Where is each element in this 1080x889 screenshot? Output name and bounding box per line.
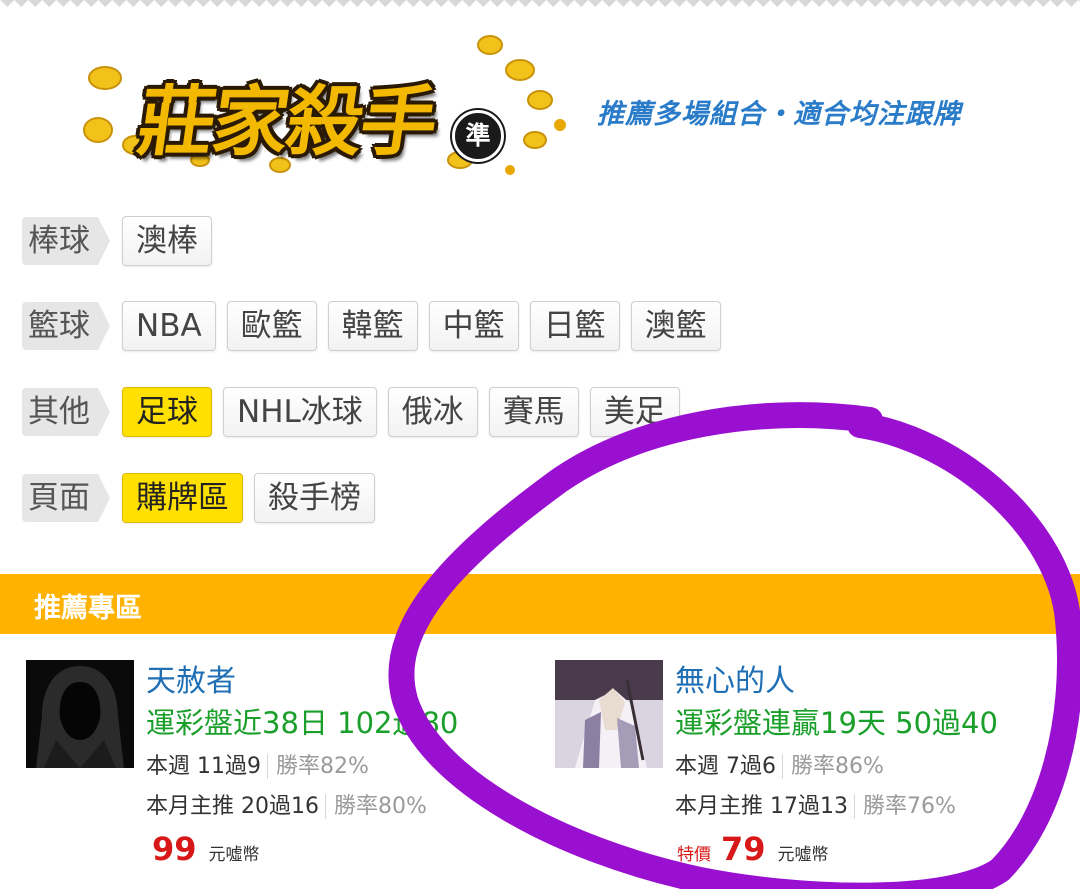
hooded-figure-icon — [26, 660, 134, 768]
chip-american-football[interactable]: 美足 — [589, 387, 680, 437]
chip-aus-baseball[interactable]: 澳棒 — [122, 216, 212, 266]
tipster-card[interactable]: 天赦者 運彩盤近38日 102過80 本週 11過9 勝率82% 本月主推 20過… — [26, 660, 526, 880]
logo-title: 莊家殺手 — [132, 77, 442, 166]
chip-soccer[interactable]: 足球 — [122, 387, 212, 437]
chip-japan-basketball[interactable]: 日籃 — [529, 301, 620, 351]
week-record: 本週 11過9 — [146, 754, 261, 779]
filter-label-page: 頁面 — [22, 474, 110, 522]
week-win-rate: 勝率86% — [782, 754, 884, 779]
avatar[interactable] — [26, 660, 134, 768]
tipster-record: 運彩盤連贏19天 50過40 — [675, 706, 998, 740]
special-price-label: 特價 — [677, 845, 711, 865]
tipster-name[interactable]: 天赦者 — [146, 656, 236, 700]
month-stat: 本月主推 17過13 勝率76% — [675, 788, 956, 820]
chip-korea-basketball[interactable]: 韓籃 — [327, 301, 418, 351]
tipster-card[interactable]: 無心的人 運彩盤連贏19天 50過40 本週 7過6 勝率86% 本月主推 17過… — [555, 660, 1055, 880]
week-win-rate: 勝率82% — [267, 754, 369, 779]
chip-aus-basketball[interactable]: 澳籃 — [630, 301, 721, 351]
tipster-name[interactable]: 無心的人 — [675, 656, 795, 700]
filter-label-basketball: 籃球 — [22, 302, 110, 350]
week-stat: 本週 7過6 勝率86% — [675, 748, 884, 780]
chip-euro-basketball[interactable]: 歐籃 — [226, 301, 317, 351]
price-row[interactable]: 99 元噓幣 — [152, 830, 260, 868]
filter-row-other: 其他 足球 NHL冰球 俄冰 賽馬 美足 — [22, 386, 680, 438]
month-win-rate: 勝率76% — [853, 794, 956, 819]
chip-nba[interactable]: NBA — [122, 301, 216, 351]
logo-badge: 準 — [452, 110, 504, 162]
chip-china-basketball[interactable]: 中籃 — [428, 301, 519, 351]
month-record: 本月主推 17過13 — [675, 794, 848, 819]
filter-label-other: 其他 — [22, 388, 110, 436]
month-stat: 本月主推 20過16 勝率80% — [146, 788, 427, 820]
month-win-rate: 勝率80% — [324, 794, 427, 819]
avatar[interactable] — [555, 660, 663, 768]
section-title: 推薦專區 — [34, 593, 142, 624]
week-stat: 本週 11過9 勝率82% — [146, 748, 369, 780]
chip-buy-area[interactable]: 購牌區 — [122, 473, 243, 523]
top-border — [0, 0, 1080, 14]
tagline: 推薦多場組合・適合均注跟牌 — [597, 99, 961, 130]
price-unit: 元噓幣 — [208, 845, 260, 865]
tipster-record: 運彩盤近38日 102過80 — [146, 706, 459, 740]
chip-nhl-hockey[interactable]: NHL冰球 — [223, 387, 377, 437]
logo[interactable]: 莊家殺手 準 — [80, 30, 580, 180]
chip-horse-racing[interactable]: 賽馬 — [488, 387, 579, 437]
filter-label-baseball: 棒球 — [22, 217, 110, 265]
week-record: 本週 7過6 — [675, 754, 776, 779]
filter-row-page: 頁面 購牌區 殺手榜 — [22, 472, 375, 524]
price-value: 79 — [721, 830, 766, 868]
price-row[interactable]: 特價 79 元噓幣 — [677, 830, 829, 868]
price-value: 99 — [152, 830, 197, 868]
chip-russia-hockey[interactable]: 俄冰 — [387, 387, 478, 437]
month-record: 本月主推 20過16 — [146, 794, 319, 819]
section-header: 推薦專區 — [0, 574, 1080, 634]
price-unit: 元噓幣 — [777, 845, 829, 865]
anime-character-icon — [555, 660, 663, 768]
filter-row-baseball: 棒球 澳棒 — [22, 215, 212, 267]
filter-row-basketball: 籃球 NBA 歐籃 韓籃 中籃 日籃 澳籃 — [22, 300, 721, 352]
chip-killer-ranking[interactable]: 殺手榜 — [254, 473, 375, 523]
